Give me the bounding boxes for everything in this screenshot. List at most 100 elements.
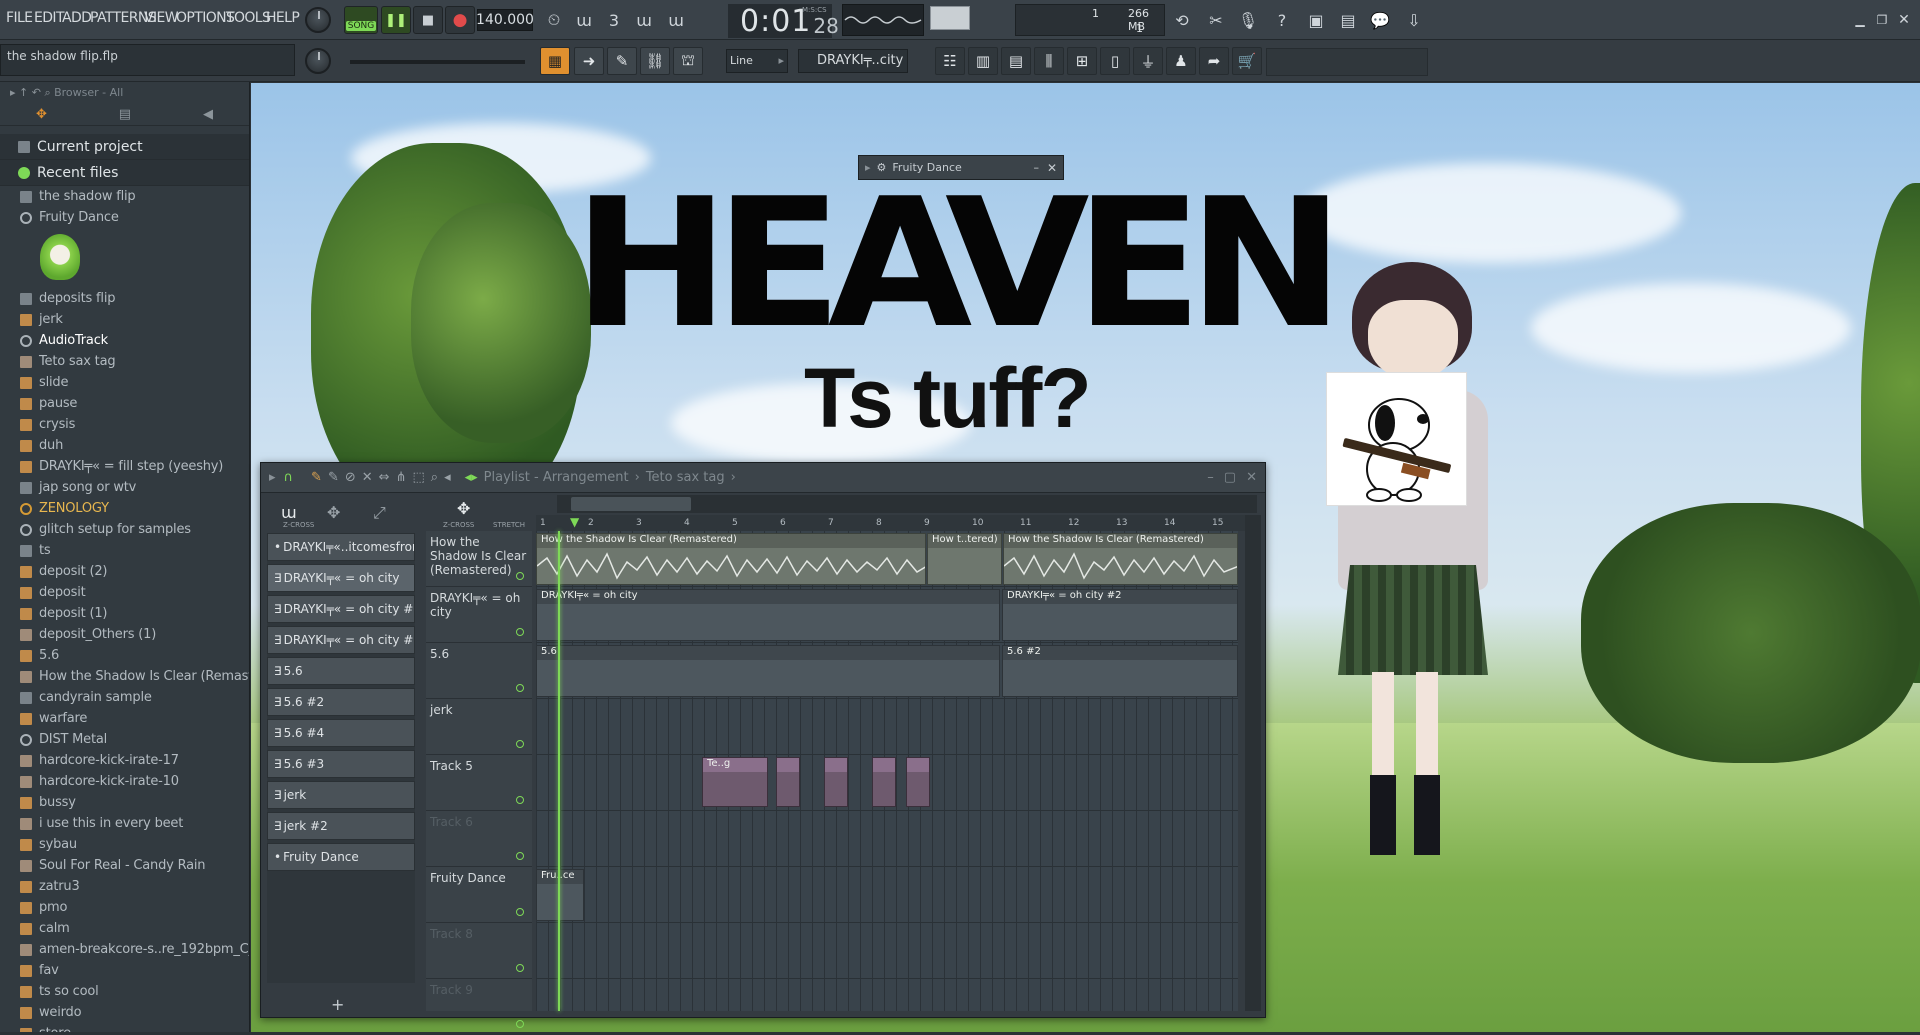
browser-item[interactable]: fav xyxy=(0,960,249,981)
delete-icon[interactable]: ⊘ xyxy=(345,470,356,485)
browser-folder-current-project[interactable]: Current project xyxy=(0,134,249,160)
brush-icon[interactable]: ✎ xyxy=(328,470,339,485)
browser-tab-speaker-icon[interactable]: ◀ xyxy=(203,107,213,122)
zcross-toggle[interactable]: Z-CROSS xyxy=(443,521,474,529)
close-icon[interactable]: ✕ xyxy=(1246,470,1257,485)
master-pitch-knob[interactable] xyxy=(305,48,331,74)
browser-item[interactable]: duh xyxy=(0,435,249,456)
wait-input-icon[interactable]: ɯ xyxy=(570,6,598,34)
browser-item[interactable]: i use this in every beet xyxy=(0,813,249,834)
browser-item[interactable]: DIST Metal xyxy=(0,729,249,750)
browser-item[interactable]: Teto sax tag xyxy=(0,351,249,372)
undo-icon[interactable]: ⟲ xyxy=(1168,6,1196,34)
play-button[interactable]: ❚❚ xyxy=(381,6,411,34)
menu-help[interactable]: HELP xyxy=(266,10,300,26)
track-led-icon[interactable] xyxy=(516,684,524,692)
pattern-clip[interactable]: DRAYKI╤« = oh city #2 xyxy=(1002,589,1238,641)
track-led-icon[interactable] xyxy=(516,852,524,860)
browser-item[interactable]: slide xyxy=(0,372,249,393)
pattern-list-item[interactable]: ∃ DRAYKI╤« = oh city #3 xyxy=(267,626,415,654)
render-icon[interactable]: ▤ xyxy=(1334,6,1362,34)
expand-arrow-icon[interactable]: ▸ xyxy=(865,161,871,174)
track-led-icon[interactable] xyxy=(516,628,524,636)
minimize-icon[interactable]: – xyxy=(1033,161,1039,174)
automation-clip[interactable]: Fru..ce xyxy=(536,869,584,921)
pattern-list-item[interactable]: ∃ 5.6 #2 xyxy=(267,688,415,716)
cut-icon[interactable]: ✂ xyxy=(1202,6,1230,34)
browser-item[interactable]: crysis xyxy=(0,414,249,435)
browser-item[interactable]: candyrain sample xyxy=(0,687,249,708)
link-tool-button[interactable]: ⛓ xyxy=(640,47,670,75)
step-edit-icon[interactable]: ɯ xyxy=(630,6,658,34)
pat-song-toggle[interactable]: SONG xyxy=(344,6,378,34)
browser-item[interactable]: sybau xyxy=(0,834,249,855)
browser-item[interactable]: zatru3 xyxy=(0,876,249,897)
track-led-icon[interactable] xyxy=(516,796,524,804)
audio-clip[interactable]: How the Shadow Is Clear (Remastered) xyxy=(536,533,926,585)
slice-icon[interactable]: ⋔ xyxy=(396,470,407,485)
mic-icon[interactable]: 🎙 xyxy=(1234,6,1262,34)
minimize-icon[interactable]: – xyxy=(1207,470,1214,485)
fruity-dance-window[interactable]: ▸ ⚙ Fruity Dance – ✕ xyxy=(858,155,1064,180)
playlist-grid[interactable]: How the Shadow Is Clear (Remastered) How… xyxy=(536,531,1238,1011)
pattern-list-item[interactable]: ∃ DRAYKI╤« = oh city xyxy=(267,564,415,592)
browser-item[interactable]: jap song or wtv xyxy=(0,477,249,498)
snap-select[interactable]: Line ▸ xyxy=(726,49,788,73)
menu-view[interactable]: VIEW xyxy=(144,10,179,26)
browser-item[interactable]: DRAYKI╤« = fill step (yeeshy) xyxy=(0,456,249,477)
mixer-view-button[interactable]: ☷ xyxy=(935,47,965,75)
track-led-icon[interactable] xyxy=(516,1020,524,1028)
browser-item[interactable]: Fruity Dance xyxy=(0,207,249,228)
browser-tab-all-icon[interactable]: ✥ xyxy=(36,107,47,122)
plugin-picker-button[interactable]: ⏚ xyxy=(1133,47,1163,75)
browser-item[interactable]: the shadow flip xyxy=(0,186,249,207)
master-pitch-slider[interactable] xyxy=(350,60,525,64)
browser-folder-recent-files[interactable]: Recent files xyxy=(0,160,249,186)
zoom-icon[interactable]: ⌕ xyxy=(431,470,438,485)
audio-clip[interactable] xyxy=(872,757,896,807)
pattern-clip[interactable]: 5.6 #2 xyxy=(1002,645,1238,697)
file-button[interactable]: ▯ xyxy=(1100,47,1130,75)
gear-icon[interactable]: ⚙ xyxy=(877,161,887,174)
pattern-list-item[interactable]: ∃ jerk #2 xyxy=(267,812,415,840)
pattern-picker-icon[interactable]: ɯ xyxy=(281,503,297,522)
snap-tool-icon[interactable]: ✥ xyxy=(457,499,470,518)
arrow-tool-button[interactable]: ➜ xyxy=(574,47,604,75)
pattern-selector[interactable]: DRAYKI╤..city xyxy=(798,49,908,73)
audio-clip[interactable] xyxy=(776,757,800,807)
stretch-toggle[interactable]: STRETCH xyxy=(493,521,525,529)
playlist-titlebar[interactable]: ▸ ∩ ✎ ✎ ⊘ ✕ ⇔ ⋔ ⬚ ⌕ ◂ ◂▸ Playlist - Arra… xyxy=(261,463,1265,493)
browser-item[interactable]: calm xyxy=(0,918,249,939)
track-led-icon[interactable] xyxy=(516,740,524,748)
mute-icon[interactable]: ✕ xyxy=(362,470,373,485)
pattern-list-item[interactable]: • Fruity Dance xyxy=(267,843,415,871)
pattern-list-item[interactable]: • DRAYKI╤«..itcomesfrom xyxy=(267,533,415,561)
audio-clip[interactable] xyxy=(906,757,930,807)
touch-controller-button[interactable]: ♟ xyxy=(1166,47,1196,75)
browser-item[interactable]: deposit (2) xyxy=(0,561,249,582)
track-led-icon[interactable] xyxy=(516,964,524,972)
browser-item[interactable]: hardcore-kick-irate-17 xyxy=(0,750,249,771)
audio-clip[interactable]: Te..g xyxy=(702,757,768,807)
playhead-marker-icon[interactable]: ▼ xyxy=(570,515,579,529)
track-header[interactable]: Track 9 xyxy=(426,979,532,1035)
browser-item[interactable]: glitch setup for samples xyxy=(0,519,249,540)
track-header[interactable]: How the Shadow Is Clear (Remastered) xyxy=(426,531,532,587)
browser-item[interactable]: pause xyxy=(0,393,249,414)
browser-item[interactable]: warfare xyxy=(0,708,249,729)
track-header[interactable]: Track 8 xyxy=(426,923,532,979)
maximize-icon[interactable]: ▢ xyxy=(1224,470,1236,485)
browser-item[interactable]: ts xyxy=(0,540,249,561)
menu-file[interactable]: FILE xyxy=(6,10,33,26)
zcross-label[interactable]: Z-CROSS xyxy=(283,521,314,529)
magnet-icon[interactable]: ∩ xyxy=(284,470,294,485)
countdown-icon[interactable]: 3 xyxy=(600,6,628,34)
browser-item[interactable]: 5.6 xyxy=(0,645,249,666)
help-icon[interactable]: ? xyxy=(1268,6,1296,34)
browser-item[interactable]: deposit_Others (1) xyxy=(0,624,249,645)
close-icon[interactable]: ✕ xyxy=(1890,6,1918,34)
add-pattern-button[interactable]: + xyxy=(331,995,344,1014)
time-display[interactable]: 0:01 28 M:S:CS xyxy=(728,4,839,39)
browser-item[interactable]: How the Shadow Is Clear (Remastered) xyxy=(0,666,249,687)
browser-item[interactable]: weirdo xyxy=(0,1002,249,1023)
